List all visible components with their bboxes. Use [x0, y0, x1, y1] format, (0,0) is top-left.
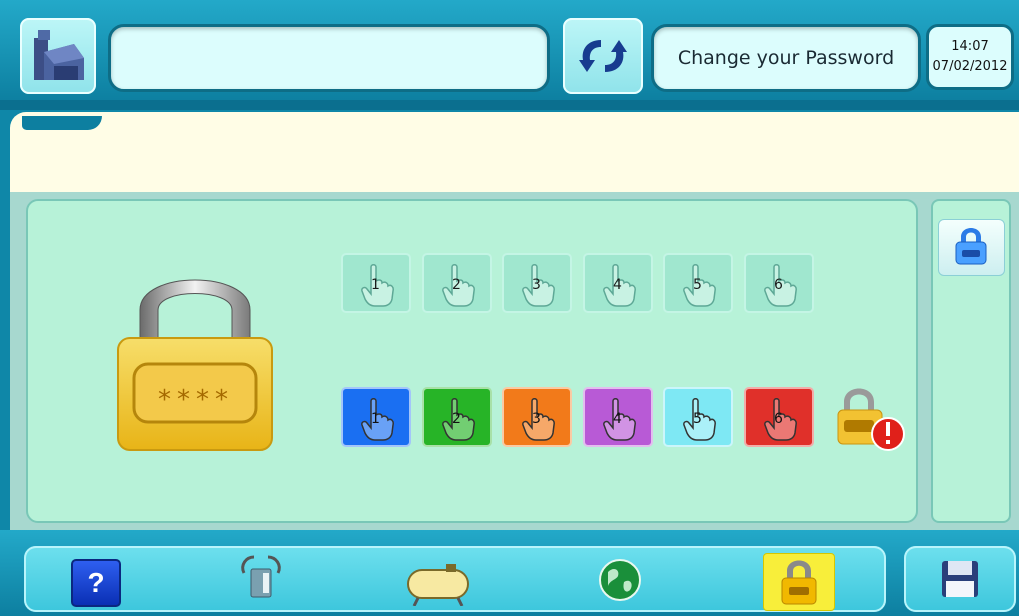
finger-key-6[interactable]: 6	[744, 387, 814, 447]
help-icon: ?	[87, 567, 105, 598]
message-field	[108, 24, 550, 92]
finger-key-label: 3	[532, 411, 541, 427]
finger-key-label: 1	[371, 277, 380, 293]
tank-icon[interactable]	[402, 560, 474, 606]
code-mask: ****	[158, 385, 234, 415]
finger-key-label: 5	[693, 411, 702, 427]
finger-key-5[interactable]: 5	[663, 387, 733, 447]
datetime-display: 14:07 07/02/2012	[926, 24, 1014, 90]
globe-icon[interactable]	[598, 558, 642, 602]
finger-key-label: 2	[452, 277, 461, 293]
save-icon[interactable]	[938, 557, 982, 601]
finger-key-label: 4	[613, 277, 622, 293]
top-divider	[0, 100, 1019, 110]
finger-key-pale-6[interactable]: 6	[744, 253, 814, 313]
message-area	[10, 112, 1019, 192]
finger-key-2[interactable]: 2	[422, 387, 492, 447]
lock-icon	[781, 560, 817, 605]
lock-error-icon	[837, 388, 905, 451]
help-button[interactable]: ?	[71, 559, 121, 607]
home-button[interactable]	[20, 18, 96, 94]
finger-key-label: 1	[371, 411, 380, 427]
swoosh-decoration	[22, 116, 102, 130]
wireless-device-icon[interactable]	[236, 553, 286, 603]
finger-key-pale-1[interactable]: 1	[341, 253, 411, 313]
lock-button[interactable]	[763, 553, 835, 611]
finger-key-3[interactable]: 3	[502, 387, 572, 447]
page-title: Change your Password	[677, 47, 895, 69]
finger-key-pale-3[interactable]: 3	[502, 253, 572, 313]
finger-key-4[interactable]: 4	[583, 387, 653, 447]
unlock-button[interactable]	[938, 219, 1005, 276]
home-icon	[34, 30, 84, 80]
finger-key-pale-5[interactable]: 5	[663, 253, 733, 313]
title-field: Change your Password	[651, 24, 921, 92]
lock-icon	[955, 228, 987, 265]
finger-key-label: 3	[532, 277, 541, 293]
date-display: 07/02/2012	[932, 59, 1008, 74]
refresh-icon	[579, 40, 627, 72]
message-text	[111, 27, 547, 89]
finger-key-1[interactable]: 1	[341, 387, 411, 447]
big-padlock-icon	[117, 279, 273, 451]
finger-key-label: 6	[774, 277, 783, 293]
refresh-button[interactable]	[563, 18, 643, 94]
finger-key-pale-4[interactable]: 4	[583, 253, 653, 313]
finger-key-label: 4	[613, 411, 622, 427]
finger-key-label: 5	[693, 277, 702, 293]
finger-key-label: 2	[452, 411, 461, 427]
time-display: 14:07	[951, 39, 989, 54]
finger-key-label: 6	[774, 411, 783, 427]
finger-key-pale-2[interactable]: 2	[422, 253, 492, 313]
